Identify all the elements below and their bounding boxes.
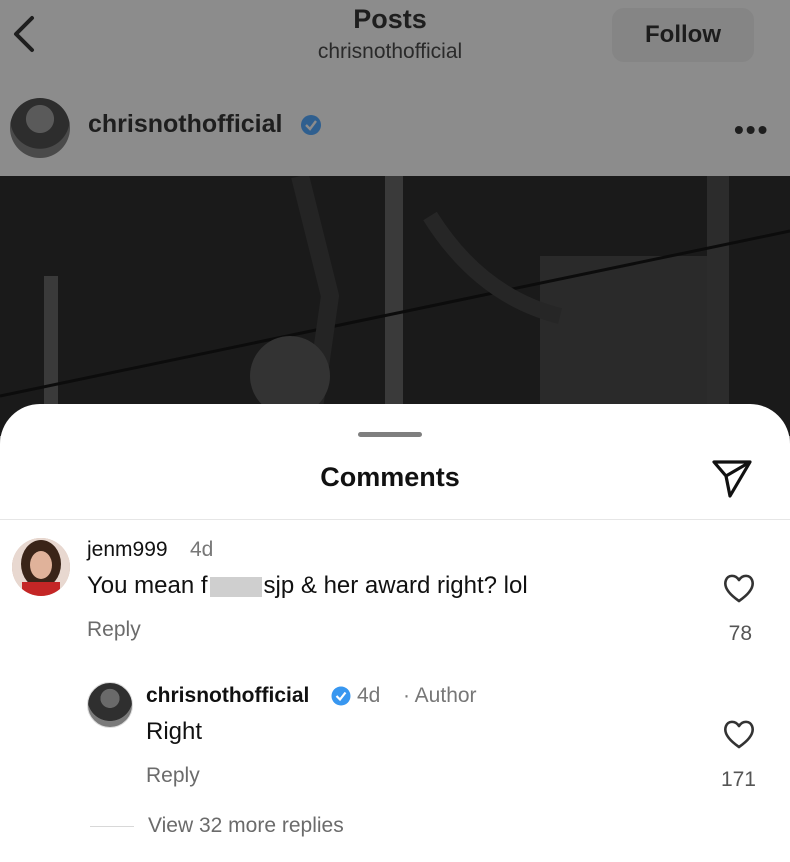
reply-username[interactable]: chrisnothofficial <box>146 684 309 708</box>
post-image <box>0 176 790 436</box>
heart-icon[interactable] <box>722 718 756 750</box>
thread-line <box>90 826 134 827</box>
comment-username[interactable]: jenm999 <box>87 538 168 562</box>
like-count: 78 <box>728 622 752 645</box>
comment-text: You mean f sjp & her award right? lol <box>87 572 528 600</box>
verified-badge-icon <box>301 115 321 135</box>
comments-title: Comments <box>320 462 460 492</box>
comments-sheet: Comments jenm999 4d You mean f sjp & her … <box>0 404 790 862</box>
heart-icon[interactable] <box>722 572 756 604</box>
reply-text: Right <box>146 718 203 745</box>
reply-timestamp: 4d <box>357 684 381 707</box>
view-more-replies-button[interactable]: View 32 more replies <box>148 814 344 838</box>
reply-author-avatar[interactable] <box>87 682 133 728</box>
post-author-username[interactable]: chrisnothofficial <box>88 110 282 139</box>
post-header: chrisnothofficial ••• <box>0 92 790 162</box>
post-author-avatar[interactable] <box>10 98 70 158</box>
reply-button[interactable]: Reply <box>146 764 200 788</box>
like-count: 171 <box>720 768 756 791</box>
top-navigation-bar: Posts chrisnothofficial Follow <box>0 0 790 88</box>
censored-blur <box>209 576 262 597</box>
commenter-avatar[interactable] <box>12 538 70 596</box>
reply-button[interactable]: Reply <box>87 618 141 642</box>
divider <box>0 519 790 520</box>
comment-text-end: sjp & her award right? lol <box>263 572 528 599</box>
comment-text-start: You mean f <box>87 572 208 599</box>
follow-button[interactable]: Follow <box>612 8 754 62</box>
author-tag: · Author <box>403 684 477 707</box>
verified-badge-icon <box>331 686 351 706</box>
share-send-icon[interactable] <box>710 456 754 500</box>
more-options-icon[interactable]: ••• <box>734 114 769 146</box>
sheet-drag-handle[interactable] <box>358 432 422 437</box>
comment-timestamp: 4d <box>190 538 214 561</box>
